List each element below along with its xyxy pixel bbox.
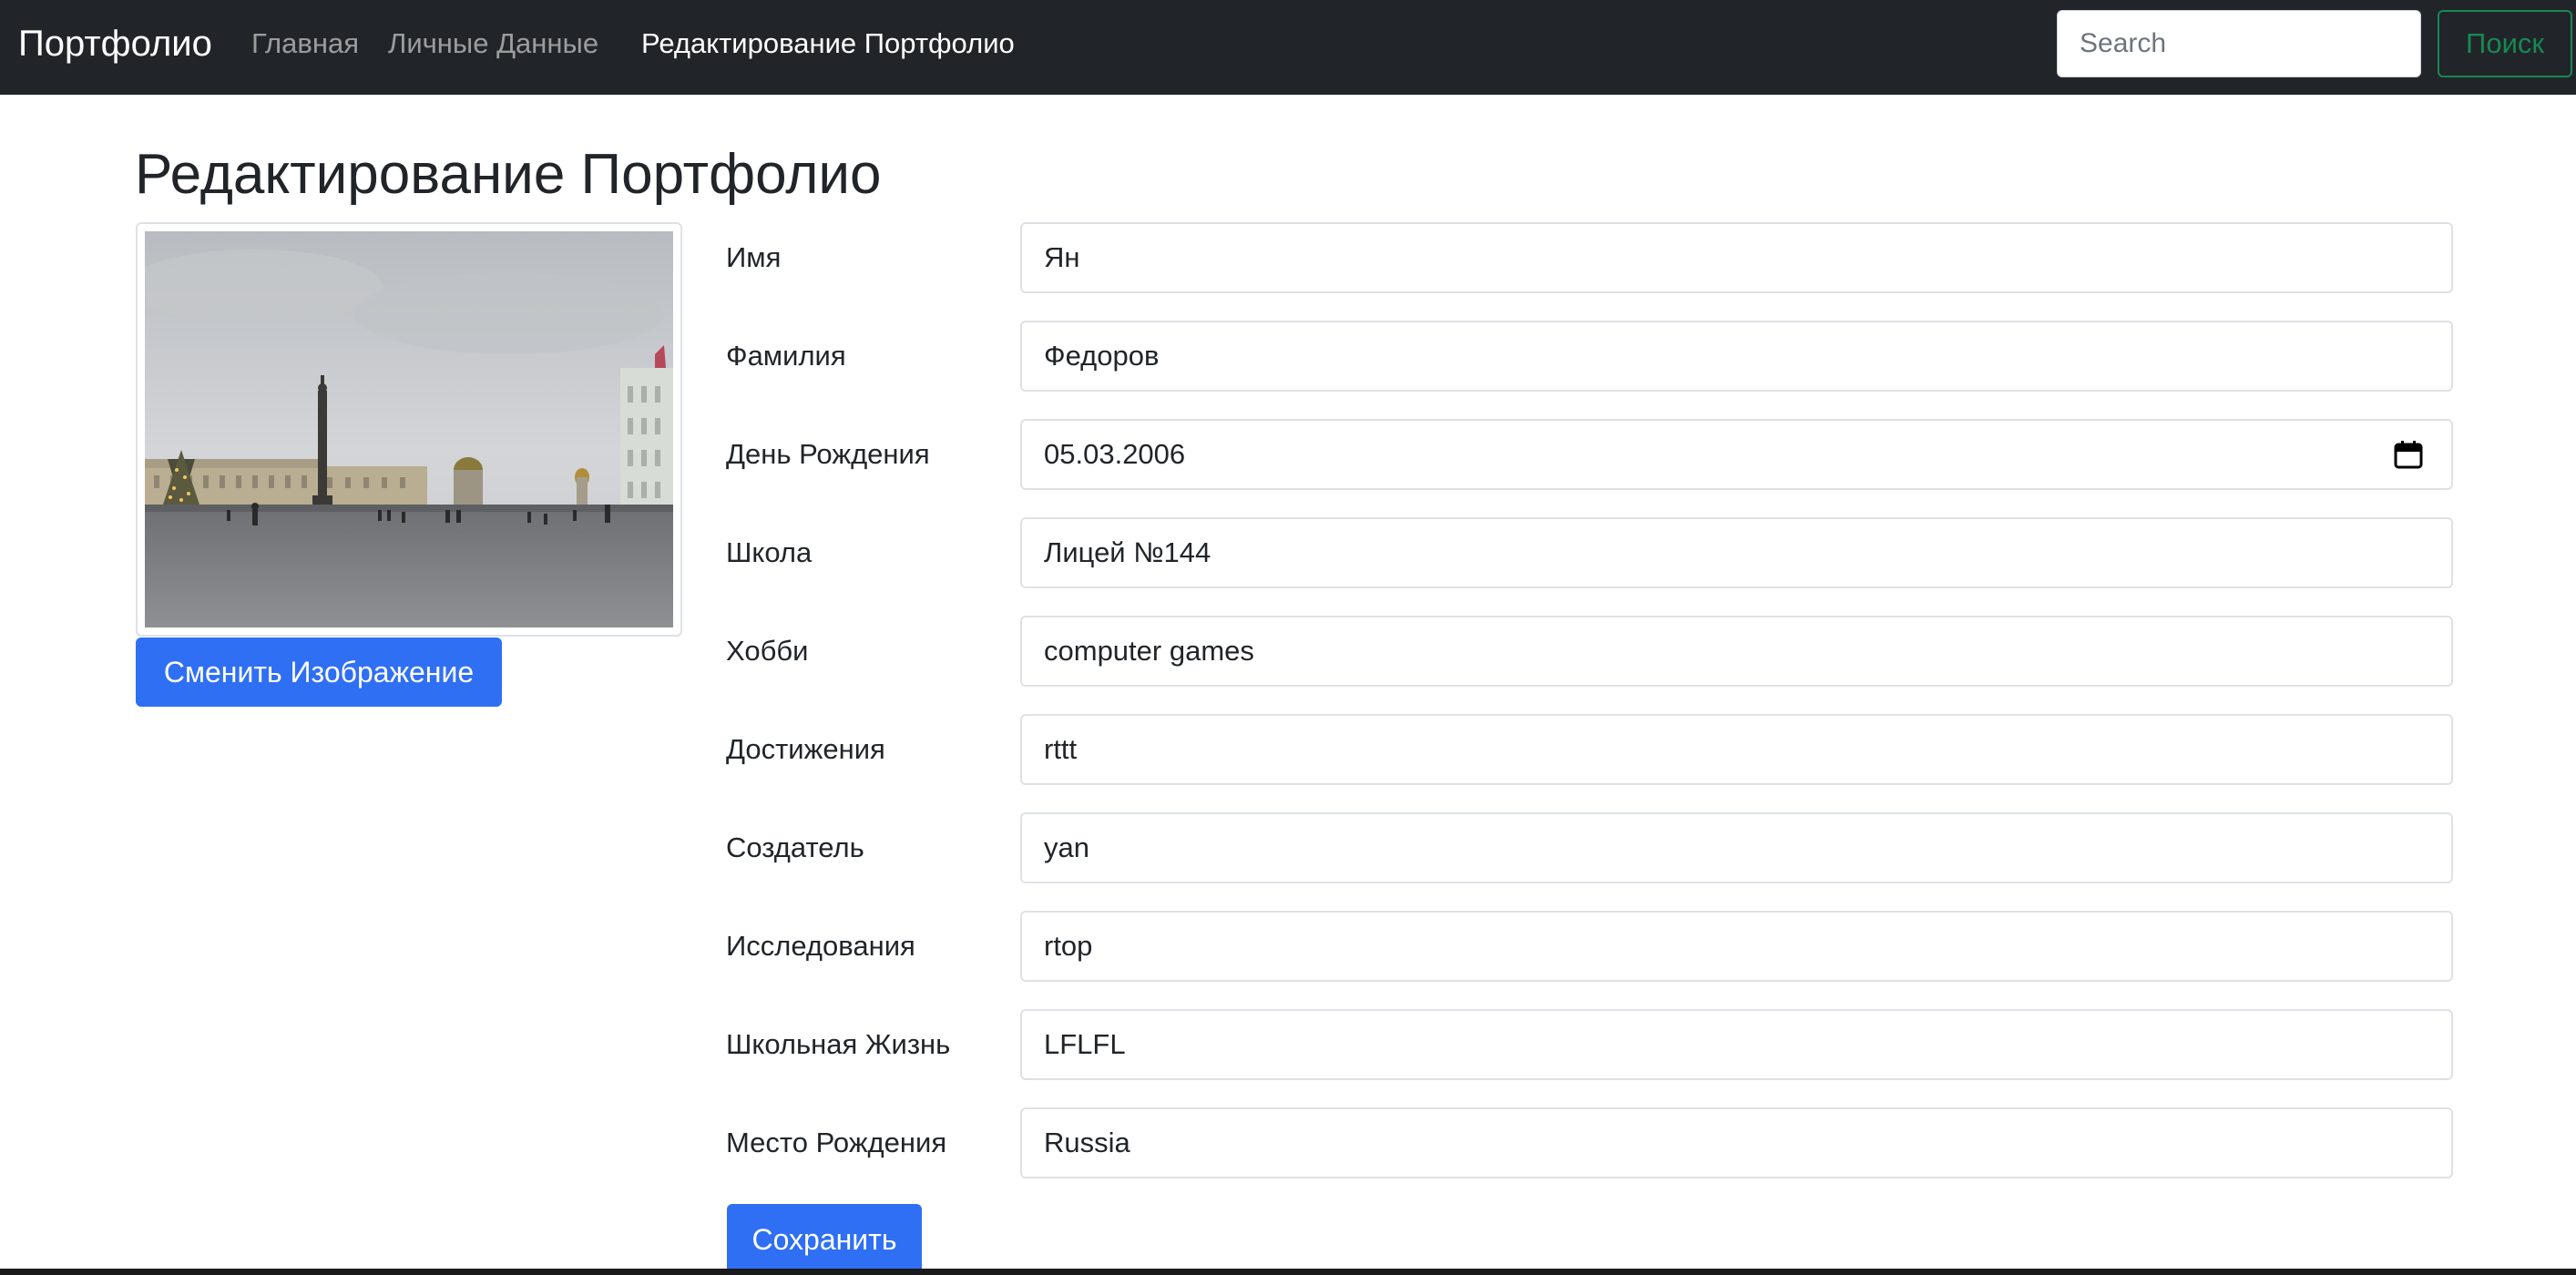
birthday-input[interactable] [1020, 419, 2453, 490]
school-label: Школа [726, 536, 813, 568]
profile-image-frame [136, 222, 682, 637]
nav-link-personal-data[interactable]: Личные Данные [388, 0, 598, 95]
navbar-brand[interactable]: Портфолио [18, 0, 212, 95]
creator-label: Создатель [726, 831, 864, 863]
birthday-label: День Рождения [726, 438, 930, 470]
form-row-achievements: Достижения [726, 714, 2453, 785]
navbar: Портфолио Главная Личные Данные Редактир… [0, 0, 2576, 95]
last-name-label: Фамилия [726, 340, 846, 372]
research-input[interactable] [1020, 911, 2453, 982]
last-name-input[interactable] [1020, 321, 2453, 392]
form-row-school-life: Школьная Жизнь [726, 1009, 2453, 1080]
calendar-icon[interactable] [2393, 439, 2424, 470]
research-label: Исследования [726, 930, 915, 962]
form-row-birthday: День Рождения [726, 419, 2453, 490]
birthplace-label: Место Рождения [726, 1127, 947, 1158]
nav-link-edit-portfolio[interactable]: Редактирование Портфолио [641, 0, 1015, 95]
first-name-label: Имя [726, 241, 782, 273]
form-row-hobby: Хобби [726, 616, 2453, 687]
creator-input[interactable] [1020, 812, 2453, 883]
form-row-school: Школа [726, 517, 2453, 588]
save-button[interactable]: Сохранить [727, 1204, 922, 1275]
birthplace-input[interactable] [1020, 1107, 2453, 1178]
form-row-research: Исследования [726, 911, 2453, 982]
hobby-input[interactable] [1020, 616, 2453, 687]
search-input[interactable] [2057, 10, 2421, 77]
school-life-input[interactable] [1020, 1009, 2453, 1080]
profile-image [145, 231, 673, 627]
page-title: Редактирование Портфолио [135, 143, 882, 206]
form-row-creator: Создатель [726, 812, 2453, 883]
window-bottom-edge [0, 1269, 2576, 1275]
nav-link-home[interactable]: Главная [251, 0, 359, 95]
form-row-birthplace: Место Рождения [726, 1107, 2453, 1178]
form-row-last-name: Фамилия [726, 321, 2453, 392]
hobby-label: Хобби [726, 635, 809, 667]
achievements-input[interactable] [1020, 714, 2453, 785]
school-life-label: Школьная Жизнь [726, 1028, 951, 1060]
search-button[interactable]: Поиск [2438, 10, 2572, 77]
achievements-label: Достижения [726, 733, 885, 765]
first-name-input[interactable] [1020, 222, 2453, 293]
school-input[interactable] [1020, 517, 2453, 588]
form-row-first-name: Имя [726, 222, 2453, 293]
change-image-button[interactable]: Сменить Изображение [136, 638, 502, 707]
